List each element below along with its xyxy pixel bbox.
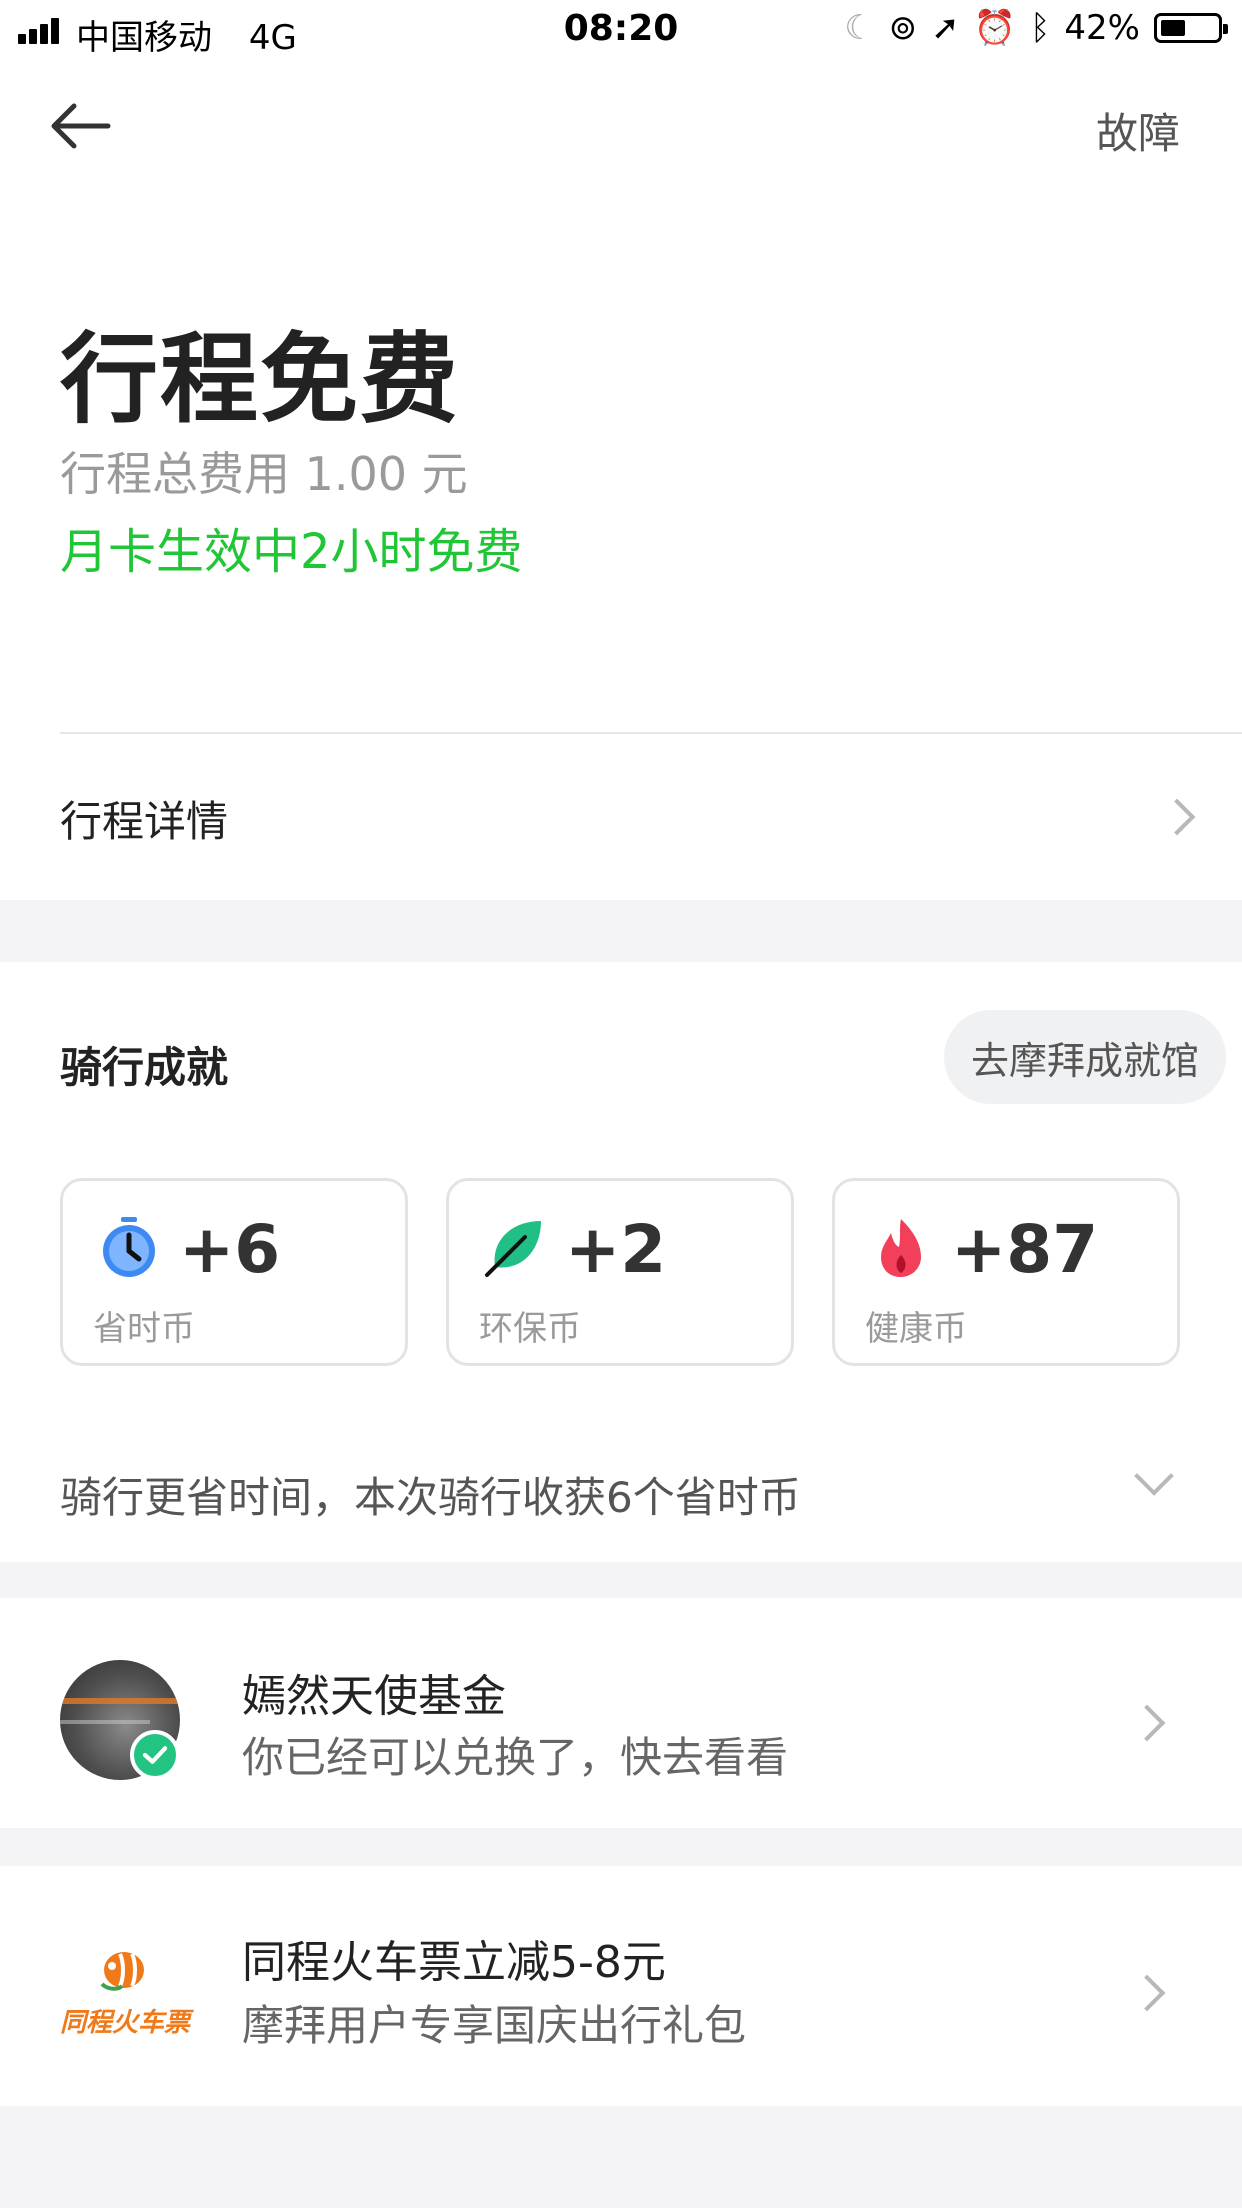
train-promo-title: 同程火车票立减5-8元 bbox=[242, 1937, 666, 1988]
achievements-title: 骑行成就 bbox=[60, 1043, 229, 1092]
flame-icon bbox=[881, 1219, 921, 1277]
time-coin-value: +6 bbox=[179, 1211, 281, 1288]
eco-coin-value: +2 bbox=[565, 1211, 667, 1288]
charity-promo-subtitle: 你已经可以兑换了，快去看看 bbox=[242, 1733, 789, 1782]
trip-details-label: 行程详情 bbox=[60, 797, 229, 846]
back-arrow-icon[interactable] bbox=[48, 100, 112, 152]
checkmark-badge-icon bbox=[130, 1730, 180, 1780]
leaf-icon bbox=[485, 1221, 541, 1277]
health-coin-label: 健康币 bbox=[865, 1309, 967, 1349]
chevron-right-icon bbox=[1128, 1974, 1166, 2012]
battery-percent: 42% bbox=[1064, 8, 1140, 48]
monthly-card-note: 月卡生效中2小时免费 bbox=[60, 524, 523, 580]
charity-promo-title: 嫣然天使基金 bbox=[242, 1671, 506, 1722]
location-icon: ➚ bbox=[931, 8, 960, 48]
section-separator bbox=[0, 1828, 1242, 1866]
bluetooth-icon: ᛒ bbox=[1030, 8, 1051, 48]
fault-report-link[interactable]: 故障 bbox=[1096, 100, 1180, 161]
chevron-right-icon bbox=[1128, 1704, 1166, 1742]
time-coin-card: +6 省时币 bbox=[60, 1178, 408, 1366]
moon-icon: ☾ bbox=[844, 8, 875, 48]
chevron-down-icon[interactable] bbox=[1134, 1456, 1174, 1496]
eco-coin-card: +2 环保币 bbox=[446, 1178, 794, 1366]
eco-coin-label: 环保币 bbox=[479, 1309, 581, 1349]
trip-total-fee: 行程总费用 1.00 元 bbox=[60, 447, 468, 501]
train-ticket-promo-row[interactable]: 同程火车票立减5-8元 摩拜用户专享国庆出行礼包 bbox=[0, 1866, 1242, 2106]
achievement-hall-button[interactable]: 去摩拜成就馆 bbox=[944, 1010, 1226, 1104]
charity-promo-row[interactable]: 嫣然天使基金 你已经可以兑换了，快去看看 bbox=[0, 1598, 1242, 1828]
fish-icon bbox=[100, 1952, 144, 1991]
tongcheng-logo: 同程火车票 bbox=[60, 1940, 191, 2040]
health-coin-card: +87 健康币 bbox=[832, 1178, 1180, 1366]
section-separator bbox=[0, 900, 1242, 962]
train-promo-subtitle: 摩拜用户专享国庆出行礼包 bbox=[242, 2001, 747, 2050]
achievement-summary: 骑行更省时间，本次骑行收获6个省时币 bbox=[60, 1473, 801, 1522]
section-separator bbox=[0, 1562, 1242, 1598]
bottom-background bbox=[0, 2106, 1242, 2208]
rotation-lock-icon: ⊚ bbox=[888, 8, 918, 48]
status-bar: 中国移动 4G 08:20 ☾ ⊚ ➚ ⏰ ᛒ 42% bbox=[0, 0, 1242, 60]
tongcheng-logo-text: 同程火车票 bbox=[60, 2008, 191, 2038]
battery-icon bbox=[1154, 13, 1228, 43]
time-coin-label: 省时币 bbox=[93, 1309, 195, 1349]
chevron-right-icon bbox=[1158, 798, 1196, 836]
stopwatch-icon bbox=[103, 1217, 155, 1277]
trip-details-row[interactable]: 行程详情 bbox=[0, 734, 1242, 900]
alarm-icon: ⏰ bbox=[973, 8, 1017, 48]
trip-status-headline: 行程免费 bbox=[60, 323, 461, 437]
health-coin-value: +87 bbox=[951, 1211, 1099, 1288]
